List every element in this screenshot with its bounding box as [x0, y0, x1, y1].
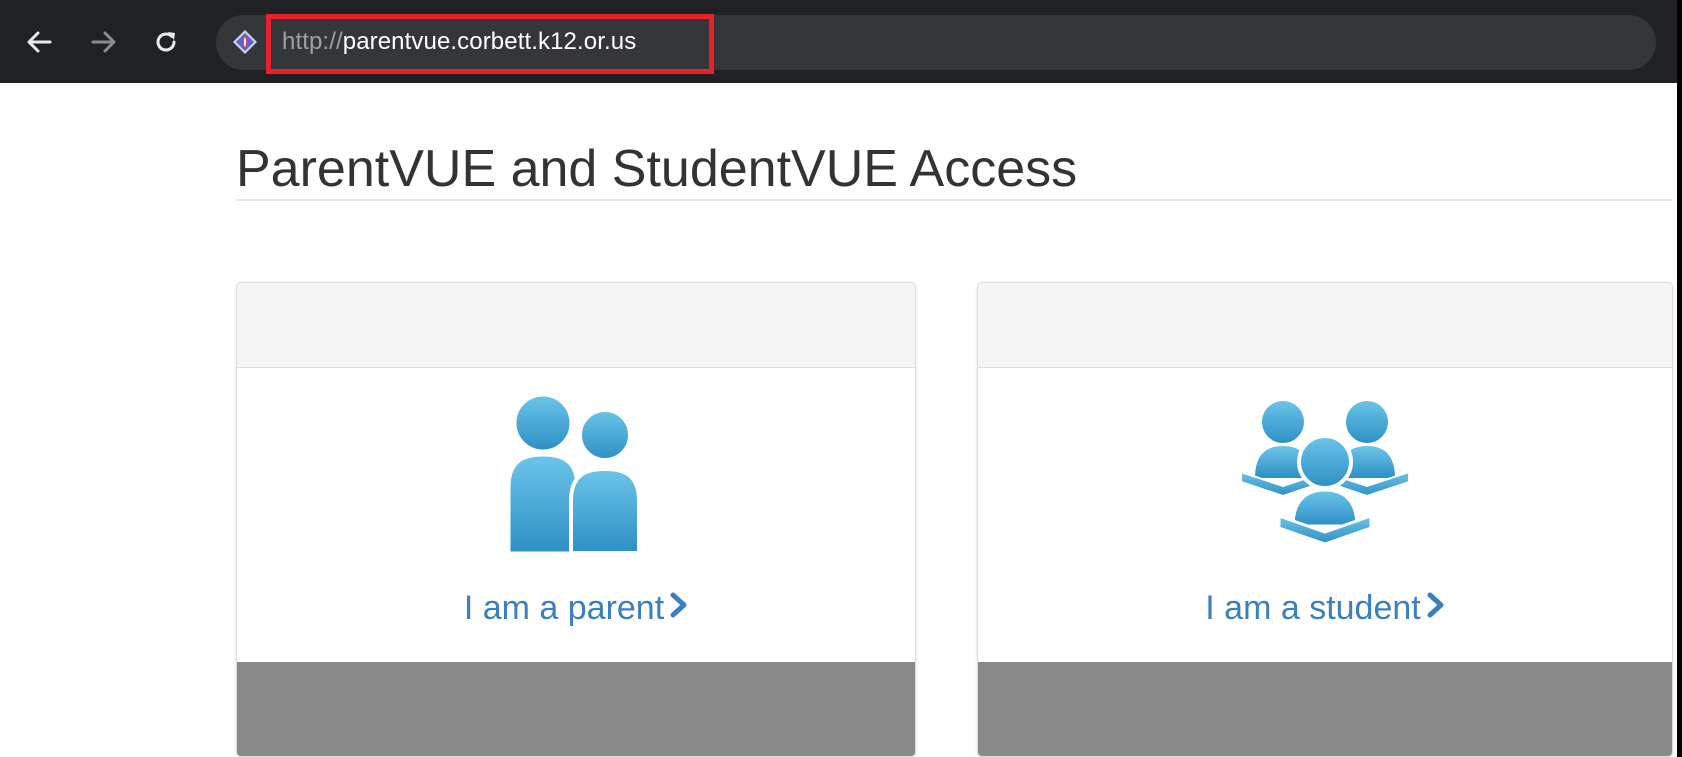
browser-window: http://parentvue.corbett.k12.or.us Paren… — [0, 0, 1677, 757]
title-divider — [236, 199, 1672, 201]
card-header — [237, 283, 915, 368]
parent-link[interactable]: I am a parent — [237, 588, 915, 630]
reload-button[interactable] — [146, 22, 186, 62]
browser-toolbar: http://parentvue.corbett.k12.or.us — [0, 0, 1677, 83]
student-link[interactable]: I am a student — [978, 588, 1672, 630]
url-highlight-box — [266, 14, 714, 74]
back-button[interactable] — [19, 22, 59, 62]
back-arrow-icon — [26, 30, 52, 54]
screenshot-frame: http://parentvue.corbett.k12.or.us Paren… — [0, 0, 1682, 757]
card-footer — [978, 662, 1672, 756]
student-link-label: I am a student — [1205, 589, 1421, 627]
student-card[interactable]: I am a student — [977, 282, 1673, 757]
page-title: ParentVUE and StudentVUE Access — [236, 140, 1078, 198]
card-header — [978, 283, 1672, 368]
page-content: ParentVUE and StudentVUE Access I am a p… — [0, 83, 1677, 757]
forward-arrow-icon — [91, 30, 117, 54]
parent-link-label: I am a parent — [463, 589, 665, 627]
parents-icon — [501, 393, 651, 555]
chevron-right-icon — [1427, 587, 1445, 627]
reload-icon — [154, 30, 178, 54]
forward-button[interactable] — [84, 22, 124, 62]
card-footer — [237, 662, 915, 756]
site-favicon-icon[interactable] — [232, 29, 258, 55]
chevron-right-icon — [670, 587, 688, 627]
parent-card[interactable]: I am a parent — [236, 282, 916, 757]
students-reading-icon — [1235, 398, 1415, 548]
